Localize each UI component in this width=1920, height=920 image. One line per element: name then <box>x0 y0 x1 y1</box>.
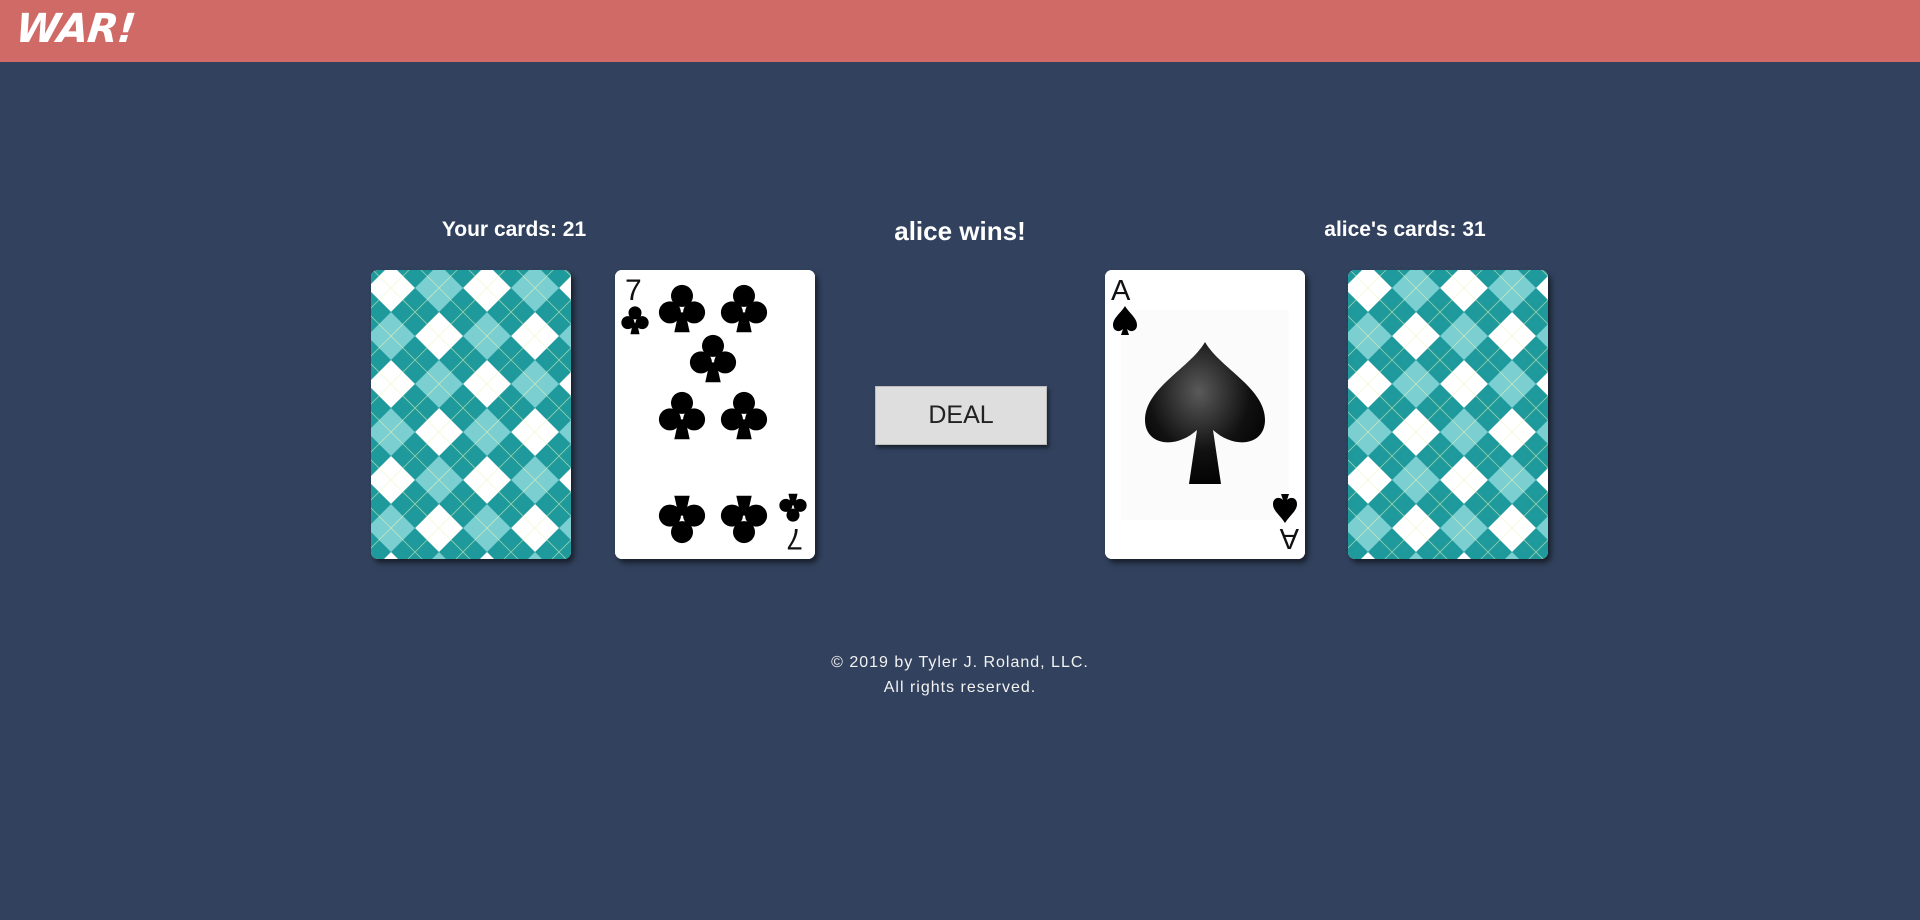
copyright-text: © 2019 by Tyler J. Roland, LLC. <box>831 654 1089 671</box>
round-status: alice wins! <box>894 216 1026 246</box>
seven-of-clubs-icon: 7 7 <box>615 270 815 559</box>
app-logo: WAR! <box>13 6 138 52</box>
svg-text:A: A <box>1111 275 1131 307</box>
svg-text:7: 7 <box>625 274 642 307</box>
player-deck-card-back <box>371 270 571 559</box>
svg-text:7: 7 <box>786 522 803 555</box>
deal-button[interactable]: DEAL <box>875 386 1047 445</box>
argyle-card-back-icon <box>371 270 571 559</box>
ace-of-spades-icon: A A <box>1105 270 1305 559</box>
opponent-deck-card-back <box>1348 270 1548 559</box>
svg-text:A: A <box>1279 522 1299 554</box>
header-bar: WAR! <box>0 0 1920 62</box>
player-played-card: 7 7 <box>615 270 815 559</box>
argyle-card-back-icon <box>1348 270 1548 559</box>
opponent-card-count: alice's cards: 31 <box>1324 218 1486 241</box>
rights-text: All rights reserved. <box>883 679 1037 696</box>
footer: © 2019 by Tyler J. Roland, LLC. All righ… <box>710 650 1210 700</box>
opponent-played-card: A A <box>1105 270 1305 559</box>
player-card-count: Your cards: 21 <box>441 218 587 241</box>
